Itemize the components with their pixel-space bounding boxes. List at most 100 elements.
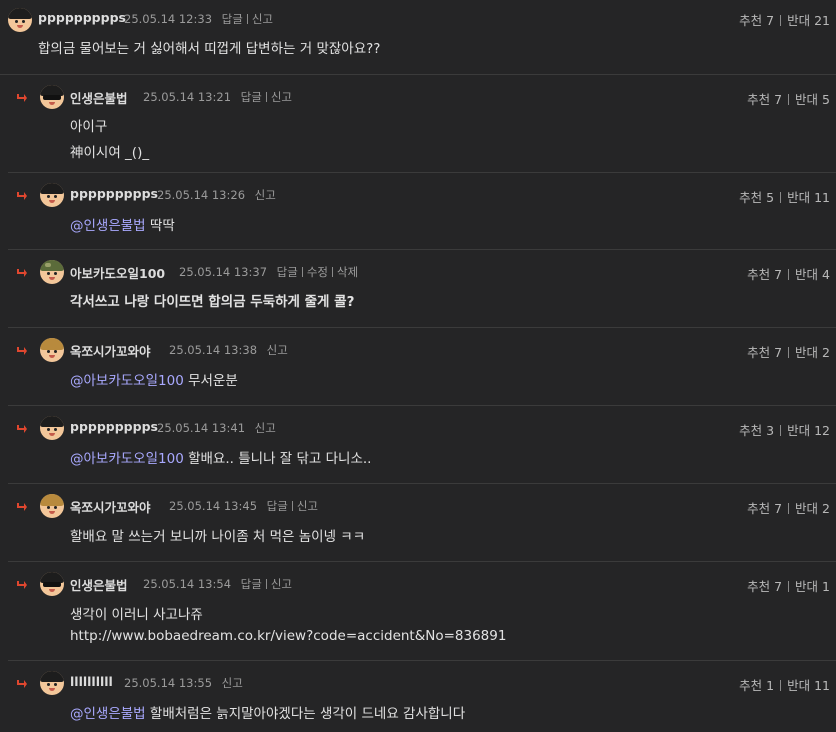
comment-nickname[interactable]: ppppppppps (38, 10, 126, 25)
comment-meta: 25.05.14 13:55 신고 (124, 675, 243, 691)
avatar[interactable] (40, 260, 64, 284)
reply-arrow-icon (17, 425, 27, 433)
downvote-count: 5 (822, 92, 830, 107)
mention-link[interactable]: @인생은불법 (70, 706, 146, 722)
upvote-count: 7 (774, 501, 783, 516)
avatar[interactable] (40, 671, 64, 695)
comment-nickname[interactable]: 옥쪼시가꼬와야 (70, 497, 151, 516)
reply-arrow-icon (17, 503, 27, 511)
report-link[interactable]: 신고 (222, 676, 243, 690)
comment-nickname[interactable]: 아보카도오일100 (70, 263, 165, 282)
reply-link[interactable]: 답글 (241, 90, 262, 104)
downvote-button[interactable]: 반대 5 (795, 92, 830, 107)
vote-box: 추천 7 반대 1 (747, 576, 830, 595)
upvote-button[interactable]: 추천 1 (739, 678, 774, 693)
edit-link[interactable]: 수정 (307, 265, 328, 279)
comment-nickname[interactable]: 인생은불법 (70, 88, 128, 107)
upvote-count: 7 (774, 345, 783, 360)
comment-nickname[interactable]: ppppppppps (70, 419, 158, 434)
comment-date: 25.05.14 13:55 (124, 676, 213, 690)
comment-meta: 25.05.14 13:26 신고 (157, 187, 276, 203)
report-link[interactable]: 신고 (255, 188, 276, 202)
downvote-button[interactable]: 반대 21 (787, 13, 830, 28)
comment-meta: 25.05.14 12:33 답글 신고 (124, 11, 273, 27)
comment-text: 생각이 이러니 사고나쥬 (70, 607, 203, 623)
vote-box: 추천 1 반대 11 (739, 675, 830, 694)
comment-date: 25.05.14 13:38 (169, 343, 258, 357)
report-link[interactable]: 신고 (271, 90, 292, 104)
comment-nickname[interactable]: llllllllll (70, 674, 113, 689)
vote-box: 추천 7 반대 4 (747, 264, 830, 283)
comment-item: 아보카도오일100 25.05.14 13:37 답글 수정 삭제 추천 7 반대 4… (8, 250, 836, 328)
comment-nickname[interactable]: ppppppppps (70, 186, 158, 201)
upvote-button[interactable]: 추천 7 (747, 345, 782, 360)
upvote-button[interactable]: 추천 3 (739, 423, 774, 438)
reply-link[interactable]: 답글 (241, 577, 262, 591)
upvote-button[interactable]: 추천 7 (747, 267, 782, 282)
comment-item: ppppppppps 25.05.14 13:41 신고 추천 3 반대 12 @… (8, 406, 836, 484)
avatar[interactable] (40, 183, 64, 207)
comment-url-link[interactable]: http://www.bobaedream.co.kr/view?code=ac… (70, 628, 506, 644)
downvote-button[interactable]: 반대 2 (795, 345, 830, 360)
mention-link[interactable]: @아보카도오일100 (70, 451, 184, 467)
report-link[interactable]: 신고 (252, 12, 273, 26)
comment-item: ppppppppps 25.05.14 13:26 신고 추천 5 반대 11 @… (8, 173, 836, 250)
avatar[interactable] (40, 85, 64, 109)
comment-item: 인생은불법 25.05.14 13:54 답글 신고 추천 7 반대 1 생각이 이… (8, 562, 836, 661)
reply-link[interactable]: 답글 (267, 499, 288, 513)
upvote-button[interactable]: 추천 7 (739, 13, 774, 28)
downvote-button[interactable]: 반대 12 (787, 423, 830, 438)
comment-date: 25.05.14 13:21 (143, 90, 232, 104)
comment-text: 할배요 말 쓰는거 보니까 나이좀 처 먹은 놈이넹 ㅋㅋ (70, 529, 366, 545)
mention-link[interactable]: @아보카도오일100 (70, 373, 184, 389)
comment-nickname[interactable]: 옥쪼시가꼬와야 (70, 341, 151, 360)
delete-link[interactable]: 삭제 (337, 265, 358, 279)
comment-date: 25.05.14 13:37 (179, 265, 268, 279)
upvote-button[interactable]: 추천 7 (747, 501, 782, 516)
avatar[interactable] (40, 572, 64, 596)
comment-item: 인생은불법 25.05.14 13:21 답글 신고 추천 7 반대 5 아이구 神… (8, 75, 836, 173)
downvote-button[interactable]: 반대 1 (795, 579, 830, 594)
comment-meta: 25.05.14 13:21 답글 신고 (143, 89, 292, 105)
vote-box: 추천 7 반대 2 (747, 342, 830, 361)
downvote-button[interactable]: 반대 11 (787, 190, 830, 205)
reply-arrow-icon (17, 680, 27, 688)
report-link[interactable]: 신고 (271, 577, 292, 591)
downvote-button[interactable]: 반대 2 (795, 501, 830, 516)
upvote-count: 7 (774, 267, 783, 282)
upvote-count: 3 (766, 423, 775, 438)
avatar[interactable] (40, 416, 64, 440)
avatar[interactable] (40, 338, 64, 362)
avatar[interactable] (8, 8, 32, 32)
report-link[interactable]: 신고 (297, 499, 318, 513)
reply-arrow-icon (17, 269, 27, 277)
comment-date: 25.05.14 13:54 (143, 577, 232, 591)
comment-meta: 25.05.14 13:54 답글 신고 (143, 576, 292, 592)
downvote-button[interactable]: 반대 11 (787, 678, 830, 693)
comment-item: llllllllll 25.05.14 13:55 신고 추천 1 반대 11 @… (8, 661, 836, 731)
reply-link[interactable]: 답글 (277, 265, 298, 279)
upvote-button[interactable]: 추천 5 (739, 190, 774, 205)
vote-box: 추천 7 반대 21 (739, 10, 830, 29)
avatar[interactable] (40, 494, 64, 518)
reply-arrow-icon (17, 94, 27, 102)
comment-date: 25.05.14 13:26 (157, 188, 246, 202)
downvote-button[interactable]: 반대 4 (795, 267, 830, 282)
mention-link[interactable]: @인생은불법 (70, 218, 146, 234)
downvote-count: 2 (822, 501, 830, 516)
comment-meta: 25.05.14 13:38 신고 (169, 342, 288, 358)
comment-list: ppppppppps 25.05.14 12:33 답글 신고 추천 7 반대 21… (0, 0, 836, 731)
upvote-button[interactable]: 추천 7 (747, 92, 782, 107)
comment-nickname[interactable]: 인생은불법 (70, 575, 128, 594)
reply-arrow-icon (17, 347, 27, 355)
vote-box: 추천 7 반대 2 (747, 498, 830, 517)
reply-link[interactable]: 답글 (222, 12, 243, 26)
comment-text: 아이구 (70, 119, 108, 135)
comment-item: ppppppppps 25.05.14 12:33 답글 신고 추천 7 반대 21… (0, 0, 836, 75)
downvote-count: 4 (822, 267, 830, 282)
downvote-count: 11 (814, 678, 830, 693)
upvote-button[interactable]: 추천 7 (747, 579, 782, 594)
report-link[interactable]: 신고 (267, 343, 288, 357)
report-link[interactable]: 신고 (255, 421, 276, 435)
downvote-count: 11 (814, 190, 830, 205)
